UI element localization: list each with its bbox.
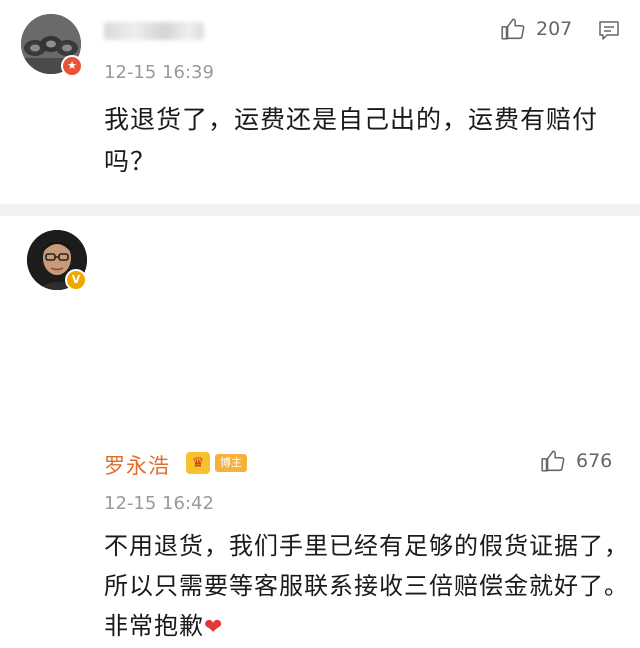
- comment-text: 我退货了，运费还是自己出的，运费有赔付吗？: [104, 105, 599, 176]
- comment-timestamp: 12-15 16:42: [104, 493, 214, 514]
- comment-item-1: ★ 12-15 16:39 我退货了，运费还是自己出的，运费有赔付吗？ 207: [0, 0, 640, 204]
- comment-text: 不用退货，我们手里已经有足够的假货证据了，所以只需要等客服联系接收三倍赔偿金就好…: [104, 526, 634, 648]
- user-level-badge: ★: [61, 55, 83, 77]
- comment-bubble-icon: [599, 21, 619, 40]
- poster-tag: 博主: [215, 454, 247, 472]
- username[interactable]: 罗永浩: [104, 450, 170, 480]
- verified-badge: V: [65, 269, 87, 291]
- thumbs-up-icon: [541, 450, 565, 472]
- blurred-username[interactable]: [104, 22, 204, 40]
- like-button[interactable]: 207: [500, 16, 572, 42]
- like-count: 207: [536, 18, 573, 40]
- crown-icon: ♛: [186, 452, 210, 474]
- comment-item-2: V 罗永浩 ♛ 博主 12-15 16:42 不用退货，我们手里已经有足够的假货…: [0, 216, 640, 640]
- comment-timestamp: 12-15 16:39: [104, 62, 214, 83]
- heart-icon: ❤: [204, 615, 224, 640]
- comment-text-body: 不用退货，我们手里已经有足够的假货证据了，所以只需要等客服联系接收三倍赔偿金就好…: [104, 532, 629, 640]
- like-button[interactable]: 676: [540, 448, 612, 474]
- like-count: 676: [576, 450, 613, 472]
- thumbs-up-icon: [501, 18, 525, 40]
- reply-button[interactable]: [597, 18, 621, 46]
- comment-separator: [0, 204, 640, 216]
